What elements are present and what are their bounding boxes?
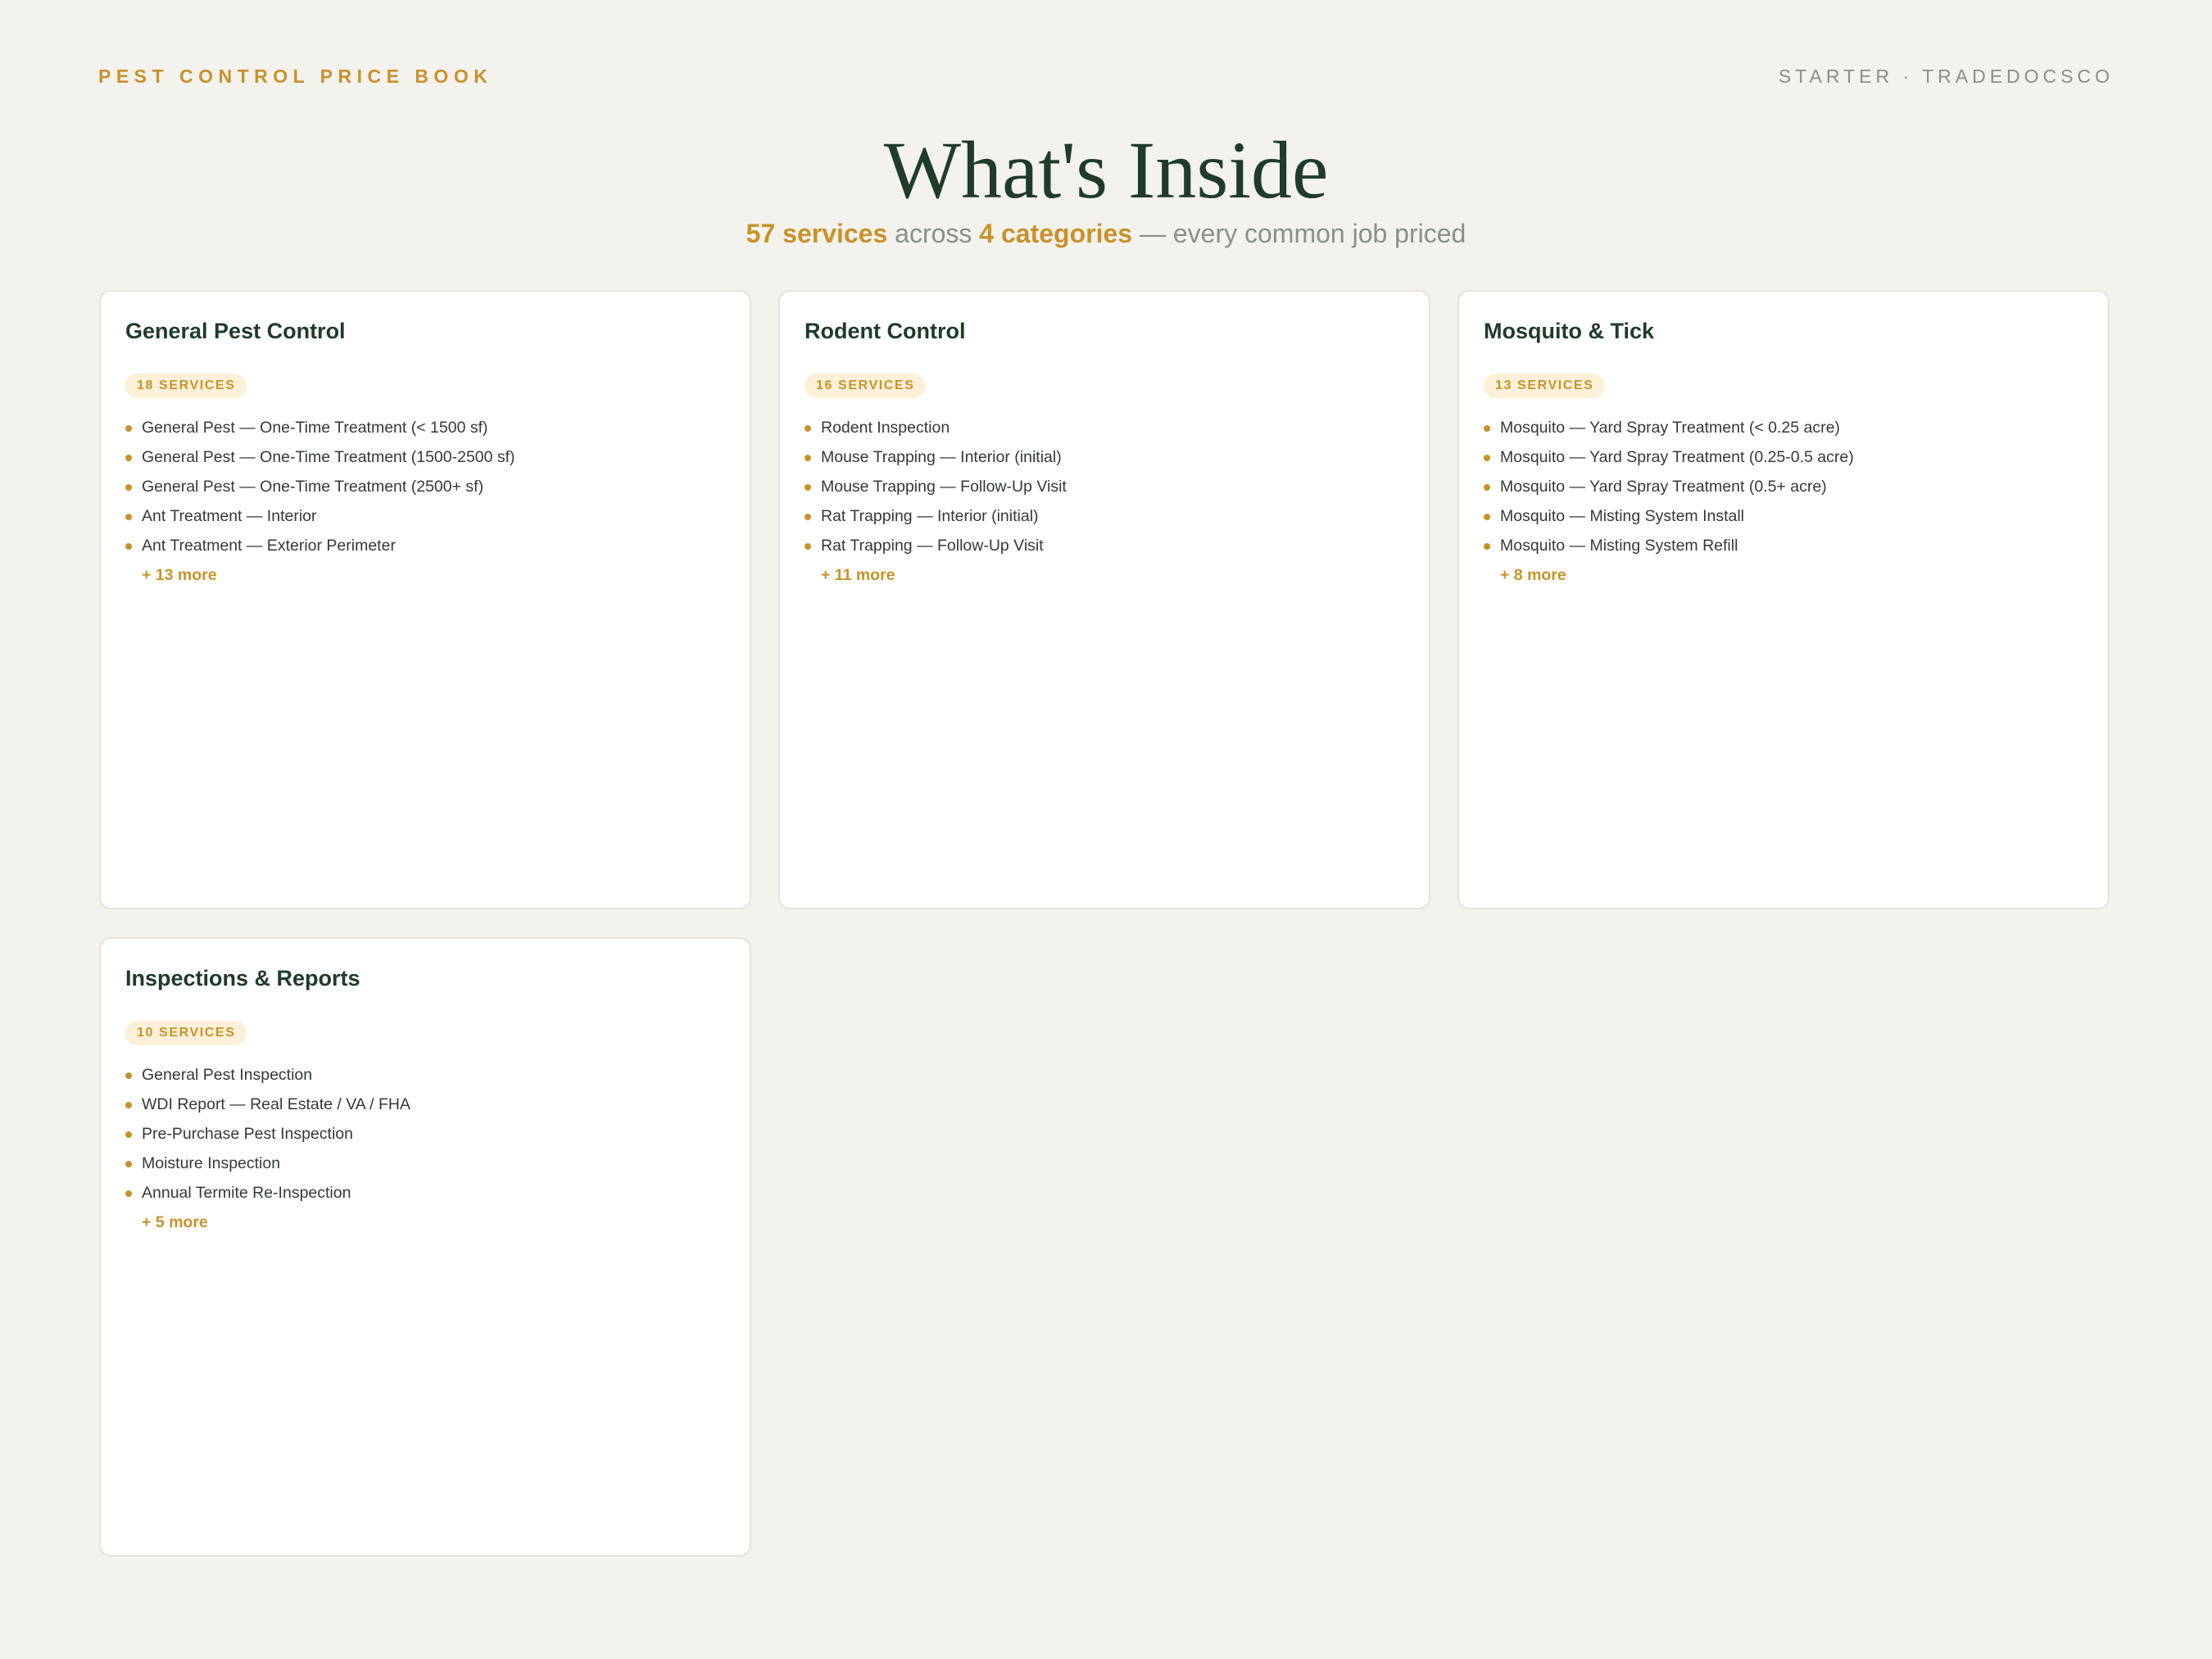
category-card-general-pest: General Pest Control 18 SERVICES General…: [99, 290, 751, 909]
service-item: WDI Report — Real Estate / VA / FHA: [125, 1090, 725, 1119]
service-item-label: Pre-Purchase Pest Inspection: [142, 1125, 353, 1143]
top-bar: PEST CONTROL PRICE BOOK STARTER · TRADED…: [98, 64, 2114, 88]
bullet-dot-icon: [1484, 484, 1490, 491]
more-services-count: + 5 more: [142, 1213, 208, 1231]
service-item-label: Rat Trapping — Follow-Up Visit: [821, 537, 1044, 555]
edition-label: STARTER · TRADEDOCSCO: [1778, 65, 2114, 87]
service-item-label: Mouse Trapping — Follow-Up Visit: [821, 478, 1067, 496]
service-item: Pre-Purchase Pest Inspection: [125, 1119, 725, 1149]
service-count-badge: 13 SERVICES: [1484, 374, 1606, 398]
service-item-label: General Pest — One-Time Treatment (2500+…: [142, 478, 484, 496]
service-list: Mosquito — Yard Spray Treatment (< 0.25 …: [1484, 413, 2083, 560]
service-item-label: Mosquito — Yard Spray Treatment (0.5+ ac…: [1500, 478, 1827, 496]
categories-count: 4 categories: [979, 219, 1133, 248]
page-title: What's Inside: [883, 125, 1329, 215]
bullet-dot-icon: [125, 543, 132, 550]
service-item-label: WDI Report — Real Estate / VA / FHA: [142, 1095, 410, 1113]
service-item: Rodent Inspection: [805, 413, 1404, 442]
service-item-label: General Pest — One-Time Treatment (< 150…: [142, 419, 488, 437]
subtitle-across: across: [895, 219, 972, 248]
service-item-label: Mouse Trapping — Interior (initial): [821, 448, 1062, 466]
card-title: General Pest Control: [125, 319, 346, 343]
service-item: Mosquito — Yard Spray Treatment (< 0.25 …: [1484, 413, 2083, 442]
service-item-label: Mosquito — Yard Spray Treatment (< 0.25 …: [1500, 419, 1840, 437]
bullet-dot-icon: [125, 1102, 132, 1108]
service-item-label: Ant Treatment — Exterior Perimeter: [142, 537, 396, 555]
service-item: Annual Termite Re-Inspection: [125, 1178, 725, 1208]
service-item-label: Mosquito — Yard Spray Treatment (0.25-0.…: [1500, 448, 1854, 466]
service-item: Mosquito — Yard Spray Treatment (0.25-0.…: [1484, 442, 2083, 472]
category-card-rodent-control: Rodent Control 16 SERVICES Rodent Inspec…: [778, 290, 1430, 909]
service-item: General Pest — One-Time Treatment (< 150…: [125, 413, 725, 442]
service-item-label: General Pest Inspection: [142, 1066, 313, 1084]
service-item: Ant Treatment — Interior: [125, 501, 725, 531]
card-title: Inspections & Reports: [125, 966, 360, 990]
bullet-dot-icon: [125, 1190, 132, 1197]
service-item-label: Annual Termite Re-Inspection: [142, 1184, 351, 1202]
service-item: General Pest — One-Time Treatment (2500+…: [125, 472, 725, 501]
more-services-count: + 8 more: [1500, 566, 1566, 584]
service-count-badge: 18 SERVICES: [125, 374, 247, 398]
service-item-label: Mosquito — Misting System Refill: [1500, 537, 1738, 555]
subtitle-tail: — every common job priced: [1139, 219, 1466, 248]
bullet-dot-icon: [1484, 514, 1490, 520]
service-list: General Pest — One-Time Treatment (< 150…: [125, 413, 725, 560]
service-item-label: Ant Treatment — Interior: [142, 507, 317, 525]
bullet-dot-icon: [805, 425, 811, 432]
bullet-dot-icon: [1484, 543, 1490, 550]
service-item: Mouse Trapping — Interior (initial): [805, 442, 1404, 472]
bullet-dot-icon: [125, 1161, 132, 1167]
service-item-label: Rodent Inspection: [821, 419, 950, 437]
card-title: Mosquito & Tick: [1484, 319, 1655, 343]
card-title: Rodent Control: [805, 319, 966, 343]
service-item: Mosquito — Yard Spray Treatment (0.5+ ac…: [1484, 472, 2083, 501]
service-item: Mosquito — Misting System Install: [1484, 501, 2083, 531]
service-item: Moisture Inspection: [125, 1149, 725, 1178]
bullet-dot-icon: [125, 484, 132, 491]
category-card-mosquito-tick: Mosquito & Tick 13 SERVICES Mosquito — Y…: [1457, 290, 2110, 909]
service-list: General Pest Inspection WDI Report — Rea…: [125, 1060, 725, 1208]
services-count: 57 services: [746, 219, 888, 248]
bullet-dot-icon: [125, 425, 132, 432]
bullet-dot-icon: [805, 543, 811, 550]
bullet-dot-icon: [125, 1072, 132, 1079]
category-card-inspections-reports: Inspections & Reports 10 SERVICES Genera…: [99, 937, 751, 1557]
service-count-badge: 10 SERVICES: [125, 1021, 247, 1045]
service-item: Mosquito — Misting System Refill: [1484, 531, 2083, 560]
bullet-dot-icon: [805, 455, 811, 461]
brand-label: PEST CONTROL PRICE BOOK: [98, 65, 493, 87]
bullet-dot-icon: [805, 514, 811, 520]
service-item: Mouse Trapping — Follow-Up Visit: [805, 472, 1404, 501]
more-services-count: + 11 more: [821, 566, 895, 584]
page-subtitle: 57 services across 4 categories — every …: [0, 215, 2212, 252]
service-list: Rodent Inspection Mouse Trapping — Inter…: [805, 413, 1404, 560]
service-item-label: Rat Trapping — Interior (initial): [821, 507, 1039, 525]
service-item-label: General Pest — One-Time Treatment (1500-…: [142, 448, 515, 466]
service-item-label: Mosquito — Misting System Install: [1500, 507, 1745, 525]
service-item: General Pest — One-Time Treatment (1500-…: [125, 442, 725, 472]
bullet-dot-icon: [805, 484, 811, 491]
service-item: General Pest Inspection: [125, 1060, 725, 1090]
bullet-dot-icon: [1484, 425, 1490, 432]
service-item: Ant Treatment — Exterior Perimeter: [125, 531, 725, 560]
service-item: Rat Trapping — Follow-Up Visit: [805, 531, 1404, 560]
service-count-badge: 16 SERVICES: [805, 374, 927, 398]
bullet-dot-icon: [125, 455, 132, 461]
bullet-dot-icon: [125, 514, 132, 520]
more-services-count: + 13 more: [142, 566, 217, 584]
service-item: Rat Trapping — Interior (initial): [805, 501, 1404, 531]
service-item-label: Moisture Inspection: [142, 1154, 281, 1172]
bullet-dot-icon: [1484, 455, 1490, 461]
bullet-dot-icon: [125, 1131, 132, 1138]
